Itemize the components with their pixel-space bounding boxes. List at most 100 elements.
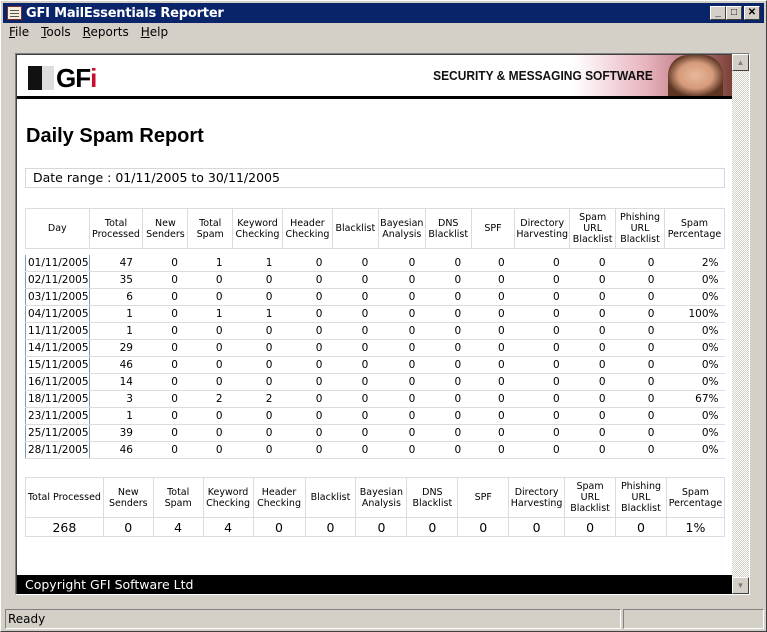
app-report-icon[interactable] bbox=[7, 6, 22, 20]
value-cell: 0 bbox=[142, 254, 188, 272]
total-value-cell: 0 bbox=[355, 517, 408, 537]
value-cell: 2% bbox=[664, 254, 725, 272]
value-cell: 0 bbox=[332, 271, 379, 289]
value-cell: 1 bbox=[232, 254, 283, 272]
value-cell: 0 bbox=[142, 322, 188, 340]
column-header: Header Checking bbox=[252, 477, 306, 518]
value-cell: 0 bbox=[282, 254, 333, 272]
value-cell: 0 bbox=[471, 356, 515, 374]
value-cell: 0 bbox=[187, 441, 233, 459]
value-cell: 0 bbox=[332, 254, 379, 272]
window-controls: _ □ ✕ bbox=[710, 6, 760, 20]
value-cell: 0 bbox=[282, 407, 333, 425]
value-cell: 0 bbox=[187, 424, 233, 442]
minimize-button[interactable]: _ bbox=[710, 6, 726, 20]
column-header: DNS Blacklist bbox=[424, 208, 472, 249]
value-cell: 47 bbox=[89, 254, 143, 272]
value-cell: 6 bbox=[89, 288, 143, 306]
value-cell: 0 bbox=[142, 390, 188, 408]
value-cell: 0 bbox=[569, 356, 616, 374]
value-cell: 0% bbox=[664, 288, 725, 306]
value-cell: 0 bbox=[332, 441, 379, 459]
value-cell: 0% bbox=[664, 373, 725, 391]
value-cell: 1 bbox=[187, 254, 233, 272]
menu-file[interactable]: File bbox=[3, 24, 35, 42]
column-header: SPF bbox=[457, 477, 510, 518]
table-row: 16/11/2005 14 0 0 0 0 0 0 0 0 0 0 0 0% bbox=[25, 373, 725, 391]
value-cell: 0 bbox=[569, 373, 616, 391]
value-cell: 1 bbox=[89, 305, 143, 323]
value-cell: 0 bbox=[232, 271, 283, 289]
table-row: 03/11/2005 6 0 0 0 0 0 0 0 0 0 0 0 0% bbox=[25, 288, 725, 306]
value-cell: 0 bbox=[514, 305, 570, 323]
value-cell: 0 bbox=[514, 390, 570, 408]
value-cell: 0% bbox=[664, 271, 725, 289]
table-row: 01/11/2005 47 0 1 1 0 0 0 0 0 0 0 0 2% bbox=[25, 254, 725, 272]
banner-tagline: SECURITY & MESSAGING SOFTWARE bbox=[433, 68, 653, 83]
table-row: 25/11/2005 39 0 0 0 0 0 0 0 0 0 0 0 0% bbox=[25, 424, 725, 442]
maximize-button[interactable]: □ bbox=[726, 6, 742, 20]
column-header: Bayesian Analysis bbox=[355, 477, 408, 518]
column-header: New Senders bbox=[102, 477, 154, 518]
value-cell: 0 bbox=[425, 288, 472, 306]
value-cell: 0 bbox=[569, 339, 616, 357]
value-cell: 39 bbox=[89, 424, 143, 442]
title-bar: GFI MailEssentials Reporter _ □ ✕ bbox=[3, 3, 764, 23]
column-header: Spam URL Blacklist bbox=[569, 208, 617, 249]
day-cell: 02/11/2005 bbox=[25, 271, 90, 289]
column-header: Blacklist bbox=[331, 208, 379, 249]
close-button[interactable]: ✕ bbox=[744, 6, 760, 20]
total-value-cell: 0 bbox=[252, 517, 306, 537]
copyright-footer: Copyright GFI Software Ltd bbox=[17, 575, 732, 594]
menu-help[interactable]: Help bbox=[135, 24, 174, 42]
total-value-cell: 4 bbox=[202, 517, 254, 537]
gfi-logo-text: GFi bbox=[56, 65, 97, 91]
date-range: Date range : 01/11/2005 to 30/11/2005 bbox=[25, 168, 725, 188]
value-cell: 0 bbox=[471, 305, 515, 323]
status-bar: Ready bbox=[5, 609, 764, 629]
value-cell: 0 bbox=[569, 441, 616, 459]
vertical-scrollbar[interactable]: ▲ ▼ bbox=[732, 54, 749, 594]
value-cell: 67% bbox=[664, 390, 725, 408]
column-header: Total Spam bbox=[152, 477, 204, 518]
value-cell: 0 bbox=[425, 322, 472, 340]
value-cell: 0% bbox=[664, 407, 725, 425]
report-title: Daily Spam Report bbox=[26, 125, 204, 147]
value-cell: 0 bbox=[514, 441, 570, 459]
value-cell: 0 bbox=[232, 288, 283, 306]
value-cell: 0 bbox=[425, 424, 472, 442]
value-cell: 0 bbox=[282, 424, 333, 442]
value-cell: 0 bbox=[332, 288, 379, 306]
value-cell: 2 bbox=[232, 390, 283, 408]
daily-table-header: Day Total Processed New Senders Total Spam K… bbox=[25, 208, 726, 249]
value-cell: 0% bbox=[664, 339, 725, 357]
value-cell: 0 bbox=[514, 373, 570, 391]
value-cell: 2 bbox=[187, 390, 233, 408]
value-cell: 0 bbox=[232, 373, 283, 391]
value-cell: 0 bbox=[332, 339, 379, 357]
value-cell: 0 bbox=[615, 254, 665, 272]
value-cell: 0 bbox=[615, 339, 665, 357]
value-cell: 0 bbox=[142, 441, 188, 459]
value-cell: 0 bbox=[569, 254, 616, 272]
value-cell: 1 bbox=[89, 407, 143, 425]
value-cell: 0 bbox=[378, 424, 426, 442]
value-cell: 0 bbox=[378, 254, 426, 272]
gfi-logo: GFi bbox=[28, 65, 97, 91]
total-value-cell: 0 bbox=[304, 517, 357, 537]
column-header: New Senders bbox=[142, 208, 189, 249]
value-cell: 0 bbox=[471, 339, 515, 357]
value-cell: 0 bbox=[425, 390, 472, 408]
day-cell: 15/11/2005 bbox=[25, 356, 90, 374]
day-cell: 18/11/2005 bbox=[25, 390, 90, 408]
scroll-up-button[interactable]: ▲ bbox=[732, 54, 749, 71]
value-cell: 0 bbox=[282, 288, 333, 306]
day-cell: 03/11/2005 bbox=[25, 288, 90, 306]
menu-tools[interactable]: Tools bbox=[35, 24, 77, 42]
menu-reports[interactable]: Reports bbox=[77, 24, 135, 42]
value-cell: 0 bbox=[187, 339, 233, 357]
column-header: Total Processed bbox=[88, 208, 144, 249]
value-cell: 1 bbox=[187, 305, 233, 323]
value-cell: 0 bbox=[378, 271, 426, 289]
scroll-down-button[interactable]: ▼ bbox=[732, 577, 749, 594]
